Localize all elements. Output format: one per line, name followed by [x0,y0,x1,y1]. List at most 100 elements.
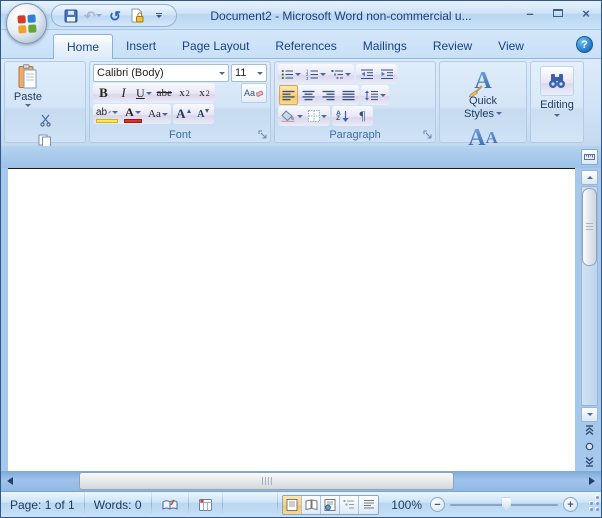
select-browse-object-button[interactable] [581,439,598,453]
scroll-left-button[interactable] [1,471,19,491]
tab-review[interactable]: Review [420,34,485,58]
title-bar: ↶ ↺ Document2 - Microsoft Word non-comme… [1,1,601,30]
show-hide-marks-button[interactable]: ¶ [353,106,372,126]
shrink-font-button[interactable]: A [194,104,213,124]
editing-label: Editing [540,99,574,111]
justify-icon [342,90,355,101]
tab-mailings[interactable]: Mailings [350,34,420,58]
numbering-button[interactable]: 123 [304,64,328,84]
zoom-out-button[interactable]: − [430,497,445,512]
zoom-level-button[interactable]: 100% [383,498,430,512]
zoom-slider-thumb[interactable] [502,498,511,511]
protect-document-button[interactable] [128,7,146,25]
customize-quick-access-button[interactable] [150,7,168,25]
font-color-button[interactable]: A [121,104,145,124]
previous-page-button[interactable] [581,423,598,437]
borders-button[interactable] [306,106,329,126]
tab-view[interactable]: View [485,34,537,58]
document-page[interactable] [8,168,575,471]
quick-styles-button[interactable]: A Quick Styles [443,64,523,120]
font-dialog-launcher[interactable] [258,130,268,140]
view-ruler-toggle-button[interactable] [581,149,598,165]
window-resize-grip[interactable] [588,492,601,517]
bullets-button[interactable] [279,64,303,84]
tab-page-layout[interactable]: Page Layout [169,34,262,58]
justify-button[interactable] [339,85,358,105]
undo-button[interactable]: ↶ [84,7,102,25]
status-separator [277,492,278,517]
scroll-down-button[interactable] [581,407,598,422]
save-button[interactable] [62,7,80,25]
horizontal-scroll-thumb[interactable] [79,472,454,490]
multilevel-list-button[interactable] [329,64,353,84]
minimize-button[interactable]: – [521,5,539,21]
paragraph-group: 123 [274,61,436,143]
undo-icon: ↶ [84,9,96,23]
window-controls: – × [521,5,595,21]
change-case-button[interactable]: Aa [146,104,170,124]
svg-text:3: 3 [306,76,309,80]
paragraph-dialog-launcher[interactable] [423,130,433,140]
previous-page-icon [585,425,594,435]
next-page-button[interactable] [581,455,598,469]
horizontal-scroll-track[interactable] [19,471,583,491]
redo-button[interactable]: ↺ [106,7,124,25]
office-button[interactable] [6,3,47,44]
subscript-button[interactable]: x2 [175,83,194,103]
outline-icon [343,499,355,510]
tab-home[interactable]: Home [53,34,113,59]
align-left-button[interactable] [279,85,298,105]
line-spacing-button[interactable] [362,85,388,105]
font-size-combobox[interactable]: 11 [231,64,267,82]
view-print-layout-button[interactable] [283,496,302,514]
decrease-indent-button[interactable] [357,64,376,84]
align-left-icon [282,90,295,101]
tab-insert[interactable]: Insert [113,34,169,58]
align-center-button[interactable] [299,85,318,105]
cut-button[interactable] [8,110,82,130]
shading-dropdown-icon [297,115,303,118]
view-draft-button[interactable] [359,496,378,514]
view-outline-button[interactable] [340,496,359,514]
ribbon-tab-row: Home Insert Page Layout References Maili… [1,30,601,58]
sort-button[interactable]: A Z [333,106,352,126]
zoom-slider-track[interactable] [450,504,558,506]
help-button[interactable]: ? [576,36,593,53]
strikethrough-button[interactable]: abe [155,83,174,103]
bold-button[interactable]: B [94,83,113,103]
increase-indent-button[interactable] [377,64,396,84]
view-web-layout-button[interactable] [321,496,340,514]
underline-button[interactable]: U [134,83,154,103]
font-name-combobox[interactable]: Calibri (Body) [93,64,229,82]
vertical-scroll-track[interactable] [581,186,598,406]
clear-formatting-button[interactable]: Aa [241,83,267,103]
align-right-button[interactable] [319,85,338,105]
shading-button[interactable] [279,106,305,126]
grow-font-button[interactable]: A [174,104,193,124]
macro-record-button[interactable] [189,492,222,517]
draft-icon [363,499,375,510]
paste-button[interactable]: Paste [8,64,48,107]
find-binoculars-icon [547,73,567,89]
scroll-right-button[interactable] [583,471,601,491]
scroll-down-icon [587,413,593,416]
multilevel-list-icon [331,69,344,80]
print-layout-icon [286,499,298,511]
next-page-icon [585,457,594,467]
view-full-screen-reading-button[interactable] [302,496,321,514]
zoom-in-button[interactable]: + [563,497,578,512]
vertical-scroll-thumb[interactable] [582,188,597,266]
word-count-status[interactable]: Words: 0 [85,492,151,517]
scroll-up-button[interactable] [581,170,598,185]
proofing-status-button[interactable] [152,492,188,517]
editing-menu-button[interactable]: Editing [531,62,583,142]
tab-references[interactable]: References [262,34,349,58]
borders-icon [308,110,320,122]
paragraph-group-label: Paragraph [329,129,380,141]
page-count-status[interactable]: Page: 1 of 1 [1,492,84,517]
italic-button[interactable]: I [114,83,133,103]
text-highlight-button[interactable]: ab [94,104,120,124]
close-button[interactable]: × [577,5,595,21]
maximize-button[interactable] [549,5,567,21]
superscript-button[interactable]: x2 [195,83,214,103]
